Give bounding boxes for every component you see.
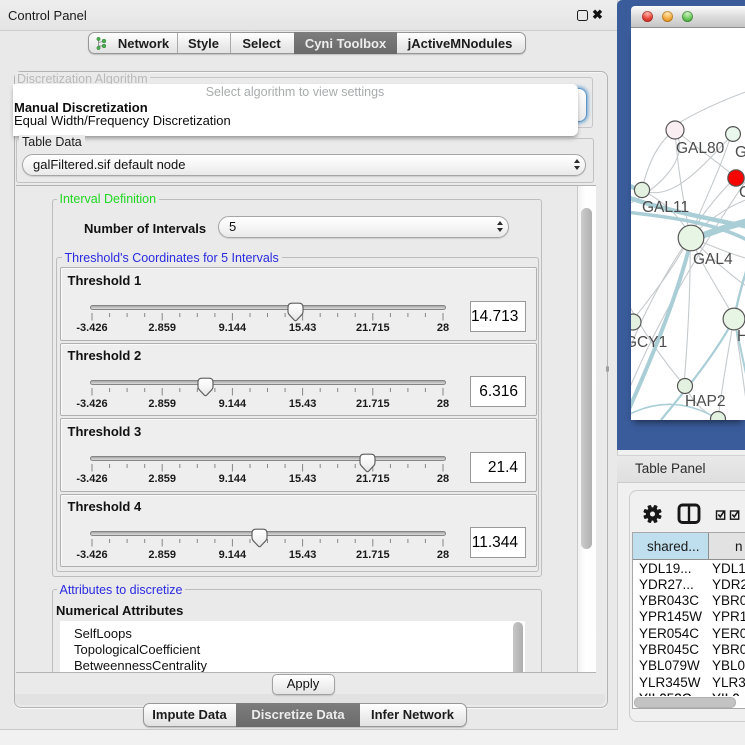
- svg-text:GAL4: GAL4: [693, 251, 733, 268]
- svg-text:GAL11: GAL11: [642, 199, 689, 216]
- svg-text:GA: GA: [735, 144, 745, 161]
- svg-text:C: C: [739, 184, 745, 201]
- svg-text:GCY1: GCY1: [631, 334, 667, 351]
- svg-text:GAL80: GAL80: [676, 140, 725, 157]
- svg-text:H: H: [737, 328, 745, 345]
- svg-text:HAP2: HAP2: [685, 393, 726, 410]
